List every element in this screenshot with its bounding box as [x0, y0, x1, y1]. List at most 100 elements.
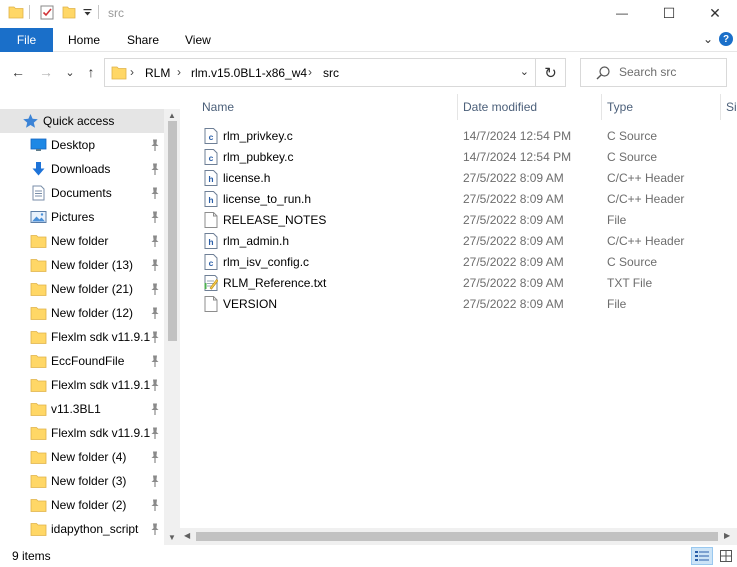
expand-ribbon-icon[interactable]: ⌄: [703, 32, 713, 46]
file-row[interactable]: RELEASE_NOTES 27/5/2022 8:09 AM File: [196, 209, 728, 230]
sidebar-item[interactable]: Downloads: [0, 157, 164, 181]
tab-home[interactable]: Home: [68, 28, 100, 52]
details-view-button[interactable]: [691, 547, 713, 565]
sidebar-item[interactable]: Flexlm sdk v11.9.1: [0, 373, 164, 397]
large-icons-view-button[interactable]: [715, 547, 737, 565]
horizontal-scrollbar[interactable]: ◀ ▶: [180, 528, 737, 545]
recent-locations-button[interactable]: ⌄: [60, 62, 80, 82]
file-row[interactable]: c rlm_privkey.c 14/7/2024 12:54 PM C Source: [196, 125, 728, 146]
close-button[interactable]: ✕: [692, 0, 737, 26]
search-box[interactable]: [580, 58, 727, 87]
pin-icon[interactable]: [149, 210, 161, 224]
sidebar-item[interactable]: EccFoundFile: [0, 349, 164, 373]
column-divider[interactable]: [457, 94, 458, 120]
breadcrumb-rlm[interactable]: RLM: [145, 66, 170, 80]
sidebar-item[interactable]: New folder (13): [0, 253, 164, 277]
file-row[interactable]: h license_to_run.h 27/5/2022 8:09 AM C/C++ …: [196, 188, 728, 209]
column-divider[interactable]: [720, 94, 721, 120]
pin-icon[interactable]: [149, 450, 161, 464]
pin-icon[interactable]: [149, 378, 161, 392]
file-row[interactable]: h rlm_admin.h 27/5/2022 8:09 AM C/C++ Heade…: [196, 230, 728, 251]
scroll-up-arrow-icon[interactable]: ▲: [168, 111, 176, 120]
svg-text:c: c: [209, 258, 214, 268]
sidebar-scrollbar[interactable]: ▲ ▼: [164, 109, 180, 545]
sidebar-item[interactable]: Flexlm sdk v11.9.1: [0, 421, 164, 445]
pin-icon[interactable]: [149, 522, 161, 536]
sidebar-item[interactable]: New folder (12): [0, 301, 164, 325]
pin-icon[interactable]: [149, 354, 161, 368]
horizontal-scroll-thumb[interactable]: [196, 532, 718, 541]
pin-icon[interactable]: [149, 306, 161, 320]
column-header-size[interactable]: Si: [726, 94, 737, 120]
pin-icon[interactable]: [149, 258, 161, 272]
folder-icon: [111, 66, 127, 80]
maximize-button[interactable]: ☐: [646, 0, 692, 26]
navigation-pane: Quick access Desktop Downloads Documents Pic…: [0, 109, 180, 545]
pin-icon[interactable]: [149, 282, 161, 296]
forward-button[interactable]: →: [36, 62, 56, 82]
column-divider[interactable]: [601, 94, 602, 120]
sidebar-item[interactable]: Documents: [0, 181, 164, 205]
sidebar-item[interactable]: New folder (2): [0, 493, 164, 517]
sidebar-item-label: New folder (2): [51, 498, 127, 512]
sidebar-item[interactable]: New folder (3): [0, 469, 164, 493]
file-name: VERSION: [223, 297, 278, 311]
tab-share[interactable]: Share: [127, 28, 159, 52]
scroll-right-arrow-icon[interactable]: ▶: [724, 531, 730, 540]
sidebar-item[interactable]: Flexlm sdk v11.9.1: [0, 325, 164, 349]
sidebar-item[interactable]: Desktop: [0, 133, 164, 157]
pin-icon[interactable]: [149, 498, 161, 512]
file-row[interactable]: h license.h 27/5/2022 8:09 AM C/C++ Header: [196, 167, 728, 188]
file-date-modified: 27/5/2022 8:09 AM: [463, 255, 564, 269]
refresh-button[interactable]: ↻: [536, 58, 566, 87]
file-type: C/C++ Header: [607, 192, 685, 206]
new-folder-icon[interactable]: [62, 5, 76, 19]
pin-icon[interactable]: [149, 330, 161, 344]
file-row[interactable]: c rlm_pubkey.c 14/7/2024 12:54 PM C Source: [196, 146, 728, 167]
svg-text:c: c: [209, 132, 214, 142]
tab-view[interactable]: View: [185, 28, 211, 52]
column-header-name[interactable]: Name: [202, 94, 234, 120]
maximize-icon: ☐: [662, 4, 676, 21]
sidebar-item[interactable]: New folder (4): [0, 445, 164, 469]
scroll-down-arrow-icon[interactable]: ▼: [168, 533, 176, 542]
address-dropdown-icon[interactable]: ⌄: [520, 65, 529, 78]
sidebar-item[interactable]: v11.3BL1: [0, 397, 164, 421]
breadcrumb-src[interactable]: src: [323, 66, 339, 80]
breadcrumb-rlm-version[interactable]: rlm.v15.0BL1-x86_w4: [191, 66, 307, 80]
sidebar-scroll-thumb[interactable]: [168, 121, 177, 341]
breadcrumb-separator[interactable]: ›: [308, 65, 312, 79]
pin-icon[interactable]: [149, 162, 161, 176]
column-header-type[interactable]: Type: [607, 94, 633, 120]
search-input[interactable]: [619, 65, 719, 79]
back-button[interactable]: ←: [8, 62, 28, 82]
file-date-modified: 27/5/2022 8:09 AM: [463, 192, 564, 206]
file-row[interactable]: RLM_Reference.txt 27/5/2022 8:09 AM TXT Fi…: [196, 272, 728, 293]
breadcrumb-separator[interactable]: ›: [177, 65, 181, 79]
pin-icon[interactable]: [149, 474, 161, 488]
file-row[interactable]: VERSION 27/5/2022 8:09 AM File: [196, 293, 728, 314]
properties-icon[interactable]: [40, 5, 54, 20]
column-header-date-modified[interactable]: Date modified: [463, 94, 537, 120]
close-icon: ✕: [709, 4, 721, 21]
folder-icon[interactable]: [8, 5, 24, 19]
help-icon[interactable]: ?: [719, 32, 733, 46]
customize-toolbar-chevron-icon[interactable]: [83, 9, 92, 17]
up-button[interactable]: ↑: [81, 62, 101, 82]
address-bar[interactable]: › RLM › rlm.v15.0BL1-x86_w4 › src ⌄: [104, 58, 536, 87]
sidebar-item[interactable]: New folder (21): [0, 277, 164, 301]
breadcrumb-separator[interactable]: ›: [130, 65, 134, 79]
file-row[interactable]: c rlm_isv_config.c 27/5/2022 8:09 AM C Sour…: [196, 251, 728, 272]
sidebar-item[interactable]: New folder: [0, 229, 164, 253]
pin-icon[interactable]: [149, 402, 161, 416]
pin-icon[interactable]: [149, 138, 161, 152]
pin-icon[interactable]: [149, 426, 161, 440]
scroll-left-arrow-icon[interactable]: ◀: [184, 531, 190, 540]
pin-icon[interactable]: [149, 186, 161, 200]
minimize-button[interactable]: —: [599, 0, 645, 26]
sidebar-item[interactable]: Quick access: [0, 109, 164, 133]
tab-file[interactable]: File: [0, 28, 53, 52]
sidebar-item[interactable]: Pictures: [0, 205, 164, 229]
sidebar-item[interactable]: idapython_script: [0, 517, 164, 541]
pin-icon[interactable]: [149, 234, 161, 248]
